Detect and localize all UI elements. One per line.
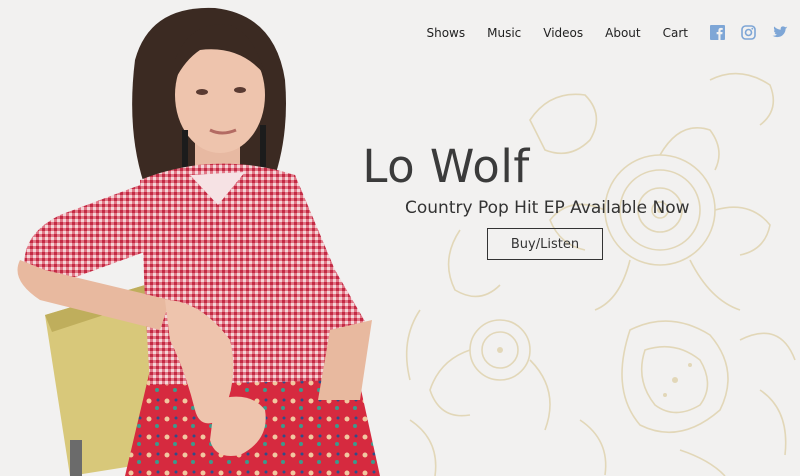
- twitter-icon[interactable]: [772, 25, 788, 40]
- buy-listen-button[interactable]: Buy/Listen: [487, 228, 603, 260]
- henna-ornament: [405, 72, 796, 476]
- nav-music[interactable]: Music: [487, 26, 521, 40]
- artist-name: Lo Wolf: [362, 140, 530, 193]
- hero-text: Lo Wolf: [0, 140, 800, 193]
- hero-section: Shows Music Videos About Cart Lo Wolf Co…: [0, 0, 800, 476]
- instagram-icon[interactable]: [741, 25, 756, 40]
- nav-cart[interactable]: Cart: [663, 26, 688, 40]
- hero-subtitle: Country Pop Hit EP Available Now: [405, 198, 690, 218]
- nav-shows[interactable]: Shows: [426, 26, 465, 40]
- nav-about[interactable]: About: [605, 26, 640, 40]
- artist-photo: [17, 7, 380, 476]
- top-nav: Shows Music Videos About Cart: [426, 25, 788, 40]
- facebook-icon[interactable]: [710, 25, 725, 40]
- nav-videos[interactable]: Videos: [543, 26, 583, 40]
